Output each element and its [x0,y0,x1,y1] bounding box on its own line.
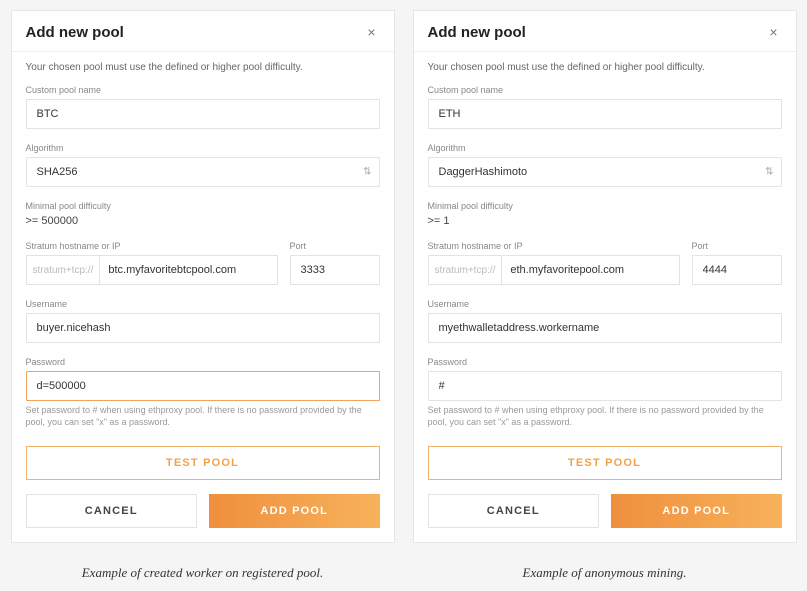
field-port: Port [692,241,782,285]
dialog-title: Add new pool [428,24,526,41]
stratum-prefix: stratum+tcp:// [428,255,502,285]
input-password[interactable] [26,371,380,401]
field-algorithm: Algorithm ⇅ [26,143,380,187]
field-custom-pool-name: Custom pool name [428,85,782,129]
select-algorithm[interactable] [26,157,380,187]
field-algorithm: Algorithm ⇅ [428,143,782,187]
value-min-diff: >= 1 [428,215,782,227]
close-icon[interactable]: × [363,23,379,41]
dialog-title: Add new pool [26,24,124,41]
field-username: Username [26,299,380,343]
add-pool-button[interactable]: ADD POOL [209,494,379,528]
value-min-diff: >= 500000 [26,215,380,227]
field-stratum: Stratum hostname or IP stratum+tcp:// [26,241,278,285]
label-custom-pool-name: Custom pool name [428,85,782,95]
label-algorithm: Algorithm [428,143,782,153]
add-pool-button[interactable]: ADD POOL [611,494,781,528]
cancel-button[interactable]: CANCEL [26,494,198,528]
dialog-header: Add new pool × [12,11,394,52]
dialogs-wrapper: Add new pool × Your chosen pool must use… [6,10,801,581]
password-hint: Set password to # when using ethproxy po… [428,405,782,428]
input-port[interactable] [290,255,380,285]
label-port: Port [290,241,380,251]
left-column: Add new pool × Your chosen pool must use… [11,10,395,581]
dialog-header: Add new pool × [414,11,796,52]
dialog-body: Your chosen pool must use the defined or… [414,52,796,542]
label-username: Username [428,299,782,309]
label-username: Username [26,299,380,309]
add-pool-dialog-right: Add new pool × Your chosen pool must use… [413,10,797,543]
label-stratum: Stratum hostname or IP [26,241,278,251]
label-min-diff: Minimal pool difficulty [428,201,782,211]
input-port[interactable] [692,255,782,285]
field-password: Password Set password to # when using et… [428,357,782,428]
label-port: Port [692,241,782,251]
input-custom-pool-name[interactable] [428,99,782,129]
dialog-body: Your chosen pool must use the defined or… [12,52,394,542]
label-stratum: Stratum hostname or IP [428,241,680,251]
field-min-diff: Minimal pool difficulty >= 500000 [26,201,380,227]
row-stratum-port: Stratum hostname or IP stratum+tcp:// Po… [26,241,380,285]
field-custom-pool-name: Custom pool name [26,85,380,129]
label-min-diff: Minimal pool difficulty [26,201,380,211]
button-row: CANCEL ADD POOL [26,494,380,528]
test-pool-button[interactable]: TEST POOL [26,446,380,480]
add-pool-dialog-left: Add new pool × Your chosen pool must use… [11,10,395,543]
field-password: Password Set password to # when using et… [26,357,380,428]
close-icon[interactable]: × [765,23,781,41]
input-custom-pool-name[interactable] [26,99,380,129]
dialog-subtitle: Your chosen pool must use the defined or… [428,62,782,73]
input-stratum[interactable] [99,255,277,285]
dialog-subtitle: Your chosen pool must use the defined or… [26,62,380,73]
input-username[interactable] [26,313,380,343]
field-username: Username [428,299,782,343]
cancel-button[interactable]: CANCEL [428,494,600,528]
label-password: Password [26,357,380,367]
caption-right: Example of anonymous mining. [413,565,797,581]
input-username[interactable] [428,313,782,343]
field-min-diff: Minimal pool difficulty >= 1 [428,201,782,227]
label-algorithm: Algorithm [26,143,380,153]
button-row: CANCEL ADD POOL [428,494,782,528]
label-custom-pool-name: Custom pool name [26,85,380,95]
password-hint: Set password to # when using ethproxy po… [26,405,380,428]
test-pool-button[interactable]: TEST POOL [428,446,782,480]
input-stratum[interactable] [501,255,679,285]
select-algorithm[interactable] [428,157,782,187]
field-stratum: Stratum hostname or IP stratum+tcp:// [428,241,680,285]
input-password[interactable] [428,371,782,401]
stratum-prefix: stratum+tcp:// [26,255,100,285]
right-column: Add new pool × Your chosen pool must use… [413,10,797,581]
caption-left: Example of created worker on registered … [11,565,395,581]
field-port: Port [290,241,380,285]
label-password: Password [428,357,782,367]
row-stratum-port: Stratum hostname or IP stratum+tcp:// Po… [428,241,782,285]
